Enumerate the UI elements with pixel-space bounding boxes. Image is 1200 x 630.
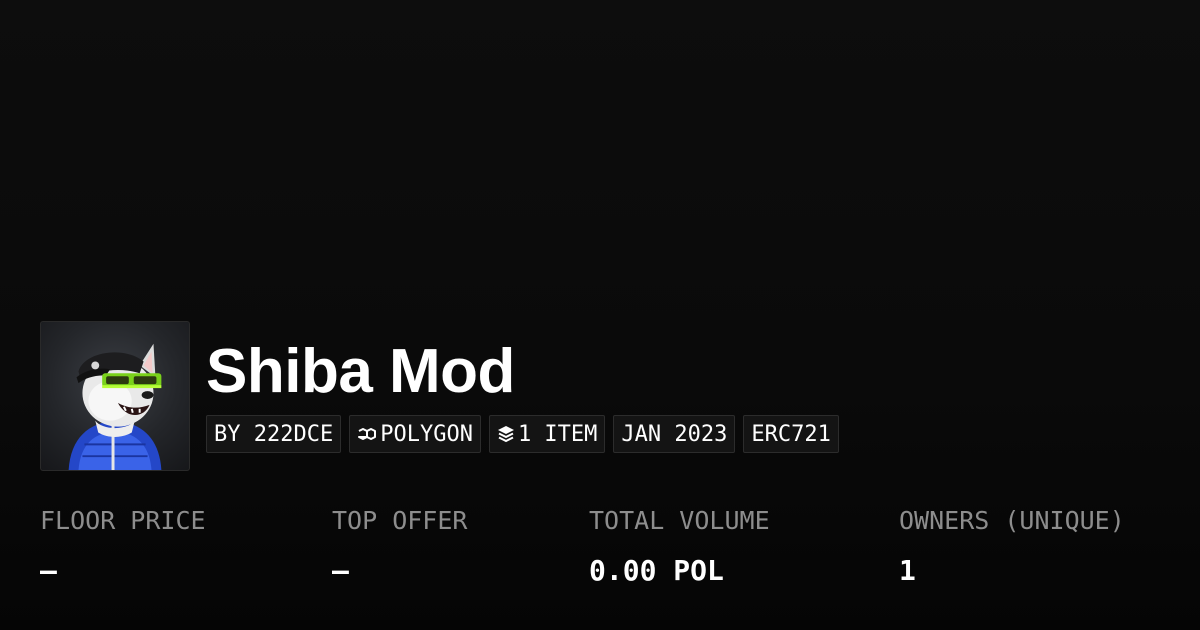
stat-label: FLOOR PRICE [40, 506, 206, 535]
items-label: 1 ITEM [517, 421, 598, 447]
date-label: JAN 2023 [621, 421, 728, 447]
collection-title: Shiba Mod [206, 337, 515, 406]
stat-value: – [332, 554, 349, 587]
collection-tags: BY 222DCE POLYGON 1 ITEM JAN 2023 ERC721 [206, 415, 839, 453]
stat-value: – [40, 554, 57, 587]
chain-tag[interactable]: POLYGON [349, 415, 481, 453]
stat-value: 1 [899, 554, 916, 587]
date-tag: JAN 2023 [613, 415, 736, 453]
collection-avatar[interactable] [40, 321, 190, 471]
collection-preview-card: Shiba Mod BY 222DCE POLYGON 1 ITEM JAN 2… [0, 0, 1200, 630]
shiba-dog-avatar [68, 343, 162, 470]
layers-icon [497, 425, 515, 443]
stat-label: OWNERS (UNIQUE) [899, 506, 1125, 535]
standard-label: ERC721 [751, 421, 831, 447]
stat-floor-price: FLOOR PRICE – [40, 505, 206, 587]
chain-label: POLYGON [380, 421, 473, 447]
items-tag[interactable]: 1 ITEM [488, 415, 606, 453]
stat-top-offer: TOP OFFER – [332, 505, 467, 587]
standard-tag: ERC721 [743, 415, 839, 453]
polygon-chain-icon [357, 426, 377, 442]
creator-tag[interactable]: BY 222DCE [206, 415, 342, 453]
stat-total-volume: TOTAL VOLUME 0.00 POL [589, 505, 770, 587]
stat-label: TOTAL VOLUME [589, 506, 770, 535]
creator-label: BY 222DCE [214, 421, 334, 447]
stat-value: 0.00 POL [589, 554, 724, 587]
stat-label: TOP OFFER [332, 506, 468, 535]
stat-owners-unique: OWNERS (UNIQUE) 1 [899, 505, 1125, 587]
